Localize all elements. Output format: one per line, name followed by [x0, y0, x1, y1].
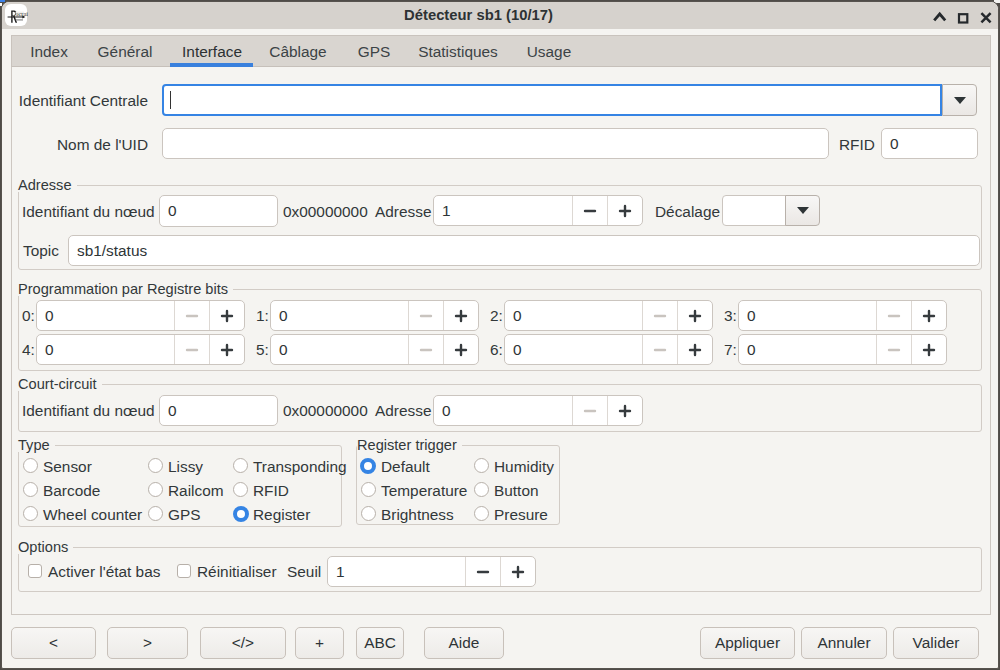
svg-text:ocrail: ocrail — [15, 10, 28, 17]
